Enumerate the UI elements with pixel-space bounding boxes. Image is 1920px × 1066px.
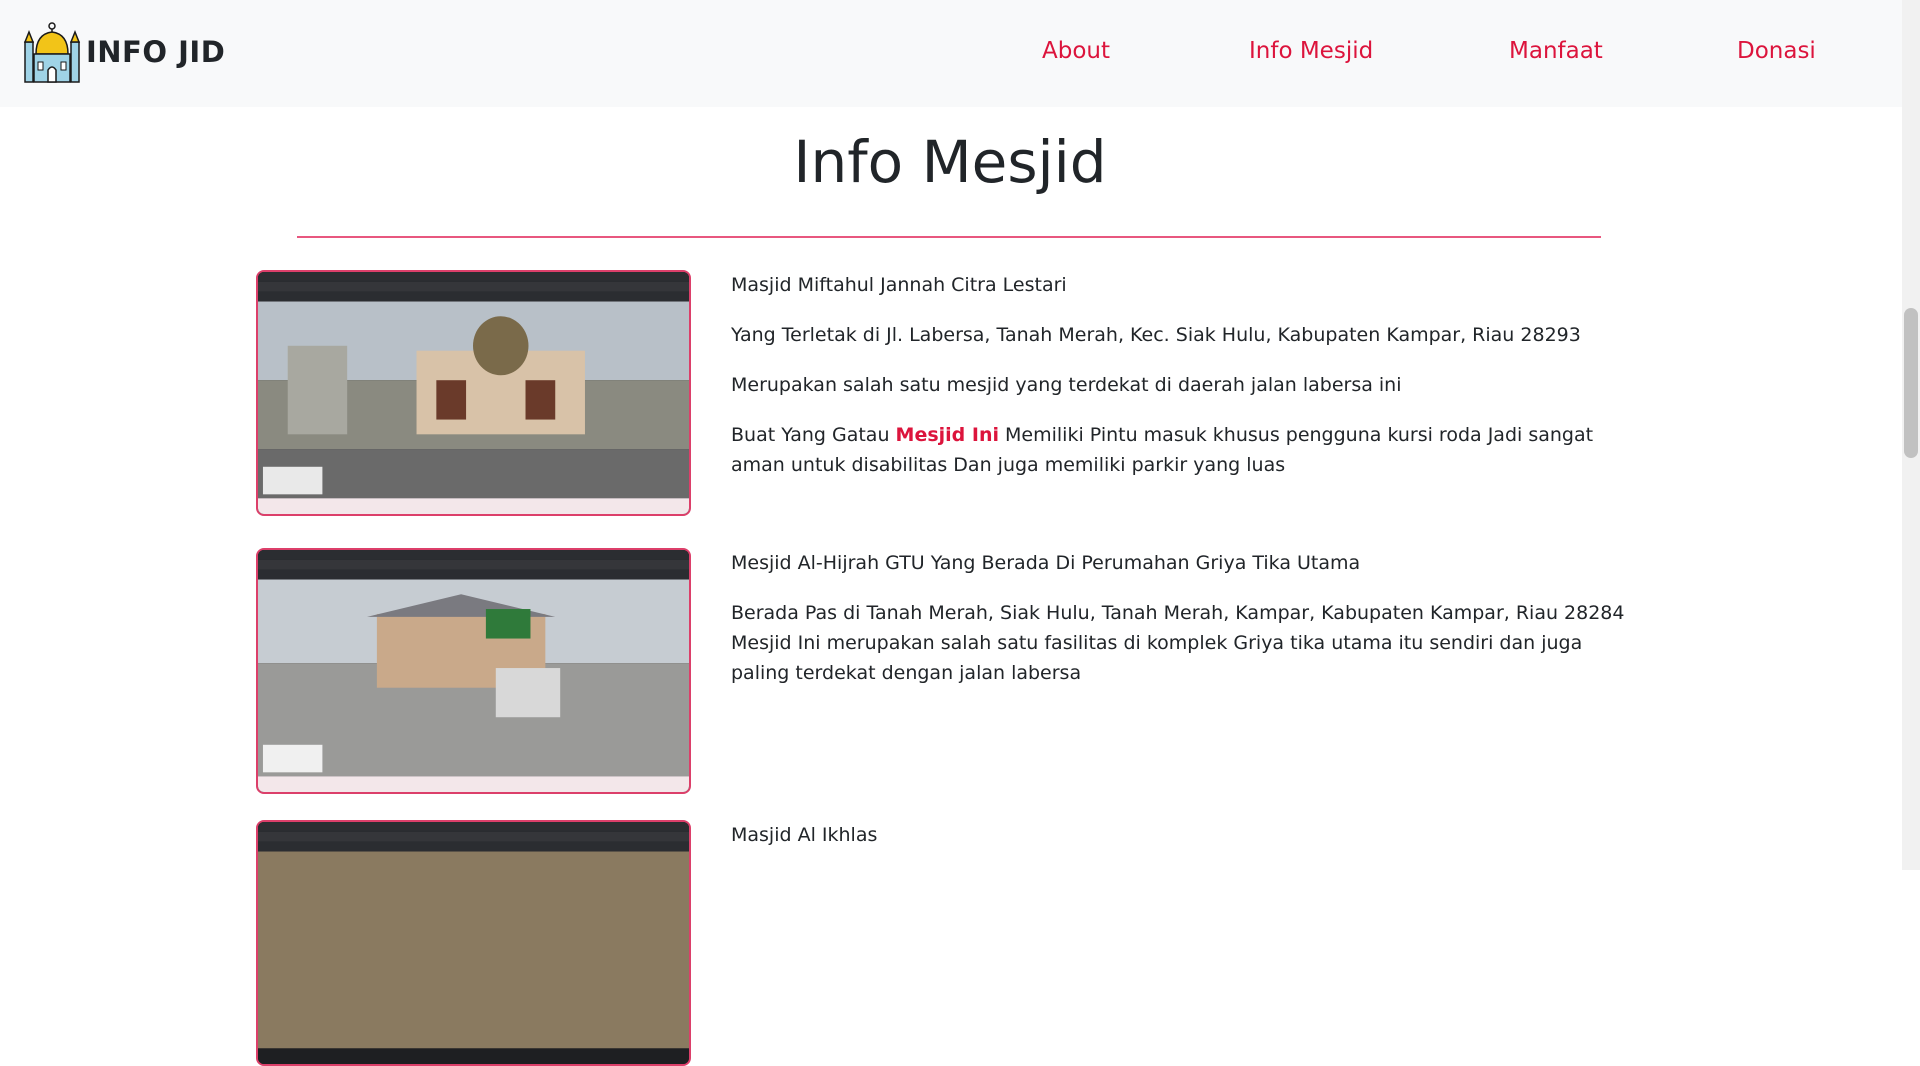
mosque-name: Masjid Miftahul Jannah Citra Lestari — [731, 274, 1067, 296]
mosque-photo — [256, 548, 691, 794]
brand[interactable]: INFO JID — [20, 20, 225, 84]
highlight-link[interactable]: Mesjid Ini — [896, 424, 999, 446]
mosque-address: Yang Terletak di Jl. Labersa, Tanah Mera… — [731, 324, 1581, 346]
brand-name: INFO JID — [86, 35, 226, 69]
mosque-extra: Buat Yang Gatau Mesjid Ini Memiliki Pint… — [731, 424, 1594, 476]
title-divider — [297, 236, 1601, 238]
nav-link-donasi[interactable]: Donasi — [1737, 38, 1816, 64]
nav-link-about[interactable]: About — [1042, 38, 1110, 64]
navbar: INFO JID About Info Mesjid Manfaat Donas… — [0, 0, 1920, 107]
scrollbar-thumb[interactable] — [1904, 308, 1918, 458]
mosque-name: Masjid Al Ikhlas — [731, 824, 878, 846]
mosque-description: Mesjid Al-Hijrah GTU Yang Berada Di Peru… — [731, 548, 1641, 708]
nav-link-manfaat[interactable]: Manfaat — [1509, 38, 1603, 64]
page-title: Info Mesjid — [793, 128, 1107, 196]
mosque-description: Masjid Al Ikhlas — [731, 820, 1641, 870]
mosque-logo-icon — [23, 22, 81, 83]
mosque-name: Mesjid Al-Hijrah GTU Yang Berada Di Peru… — [731, 552, 1361, 574]
mosque-photo — [256, 820, 691, 1066]
mosque-description: Masjid Miftahul Jannah Citra Lestari Yan… — [731, 270, 1641, 500]
mosque-photo — [256, 270, 691, 516]
mosque-note: Merupakan salah satu mesjid yang terdeka… — [731, 374, 1402, 396]
nav-link-info-mesjid[interactable]: Info Mesjid — [1249, 38, 1373, 64]
mosque-address: Berada Pas di Tanah Merah, Siak Hulu, Ta… — [731, 602, 1625, 684]
scrollbar[interactable] — [1902, 0, 1920, 870]
